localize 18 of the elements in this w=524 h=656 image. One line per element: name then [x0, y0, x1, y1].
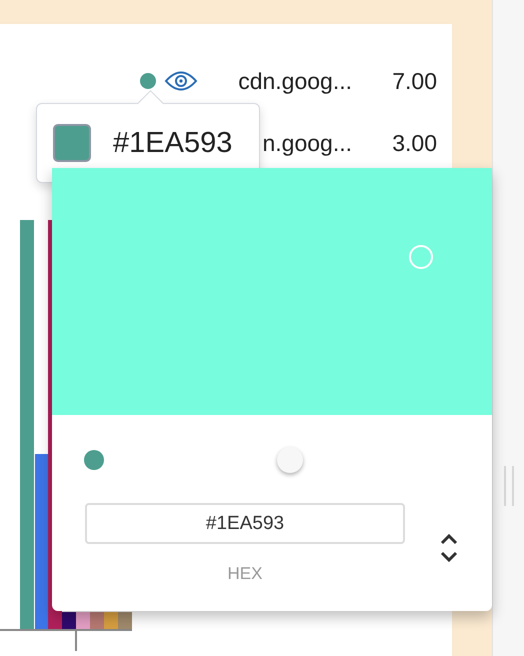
legend-value: 7.00	[391, 68, 437, 94]
legend-label: cdn.goog...	[237, 68, 352, 94]
chart-bar	[104, 612, 118, 629]
saturation-area[interactable]	[52, 168, 492, 415]
resize-handle[interactable]	[504, 466, 514, 506]
hex-code: #1EA593	[113, 126, 232, 160]
axis-tick	[75, 631, 77, 651]
chart-bar	[76, 612, 90, 629]
hex-input[interactable]: #1EA593	[85, 503, 405, 544]
up-down-chevron-icon[interactable]	[439, 533, 459, 563]
hue-slider-thumb[interactable]	[277, 447, 303, 473]
chart-bar	[118, 612, 132, 629]
format-label: HEX	[228, 564, 262, 584]
color-preview	[84, 450, 104, 470]
color-swatch	[53, 124, 91, 162]
legend-value: 3.00	[391, 130, 437, 156]
chart-bar	[90, 612, 104, 629]
saturation-handle[interactable]	[409, 245, 433, 269]
